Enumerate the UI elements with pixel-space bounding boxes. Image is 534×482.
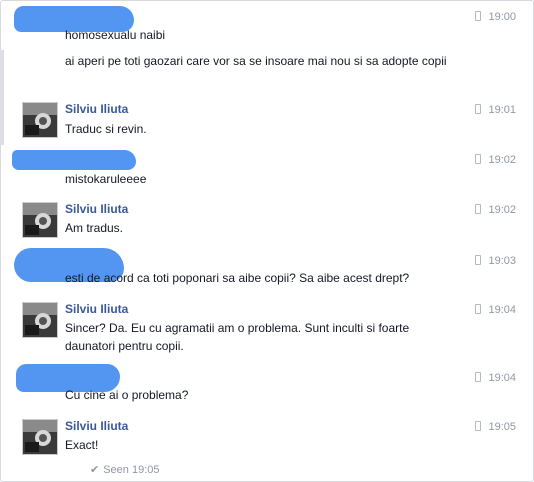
message-text: ai aperi pe toti gaozari care vor sa se … — [65, 54, 447, 68]
message-time: 19:04 — [475, 304, 516, 316]
sender-name[interactable]: Silviu Iliuta — [65, 302, 128, 316]
message-text: esti de acord ca toti poponari sa aibe c… — [65, 271, 410, 285]
avatar[interactable] — [22, 102, 58, 138]
mobile-phone-icon — [475, 304, 482, 314]
mobile-phone-icon — [475, 421, 482, 431]
message-text: Traduc si revin. — [65, 122, 147, 136]
mobile-phone-icon — [475, 372, 482, 382]
message-time: 19:04 — [475, 372, 516, 384]
message-text: mistokaruleeee — [65, 172, 147, 186]
message-text: Sincer? Da. Eu cu agramatii am o problem… — [65, 321, 410, 353]
checkmark-icon: ✔ — [90, 464, 100, 476]
mobile-phone-icon — [475, 204, 482, 214]
sender-name[interactable]: Silviu Iliuta — [65, 202, 128, 216]
chat-conversation — [0, 0, 534, 482]
mobile-phone-icon — [475, 154, 482, 164]
avatar[interactable] — [22, 202, 58, 238]
message-text: homosexualu naibi — [65, 28, 166, 42]
message-time: 19:01 — [475, 104, 516, 116]
message-text: Cu cine ai o problema? — [65, 388, 189, 402]
message-time: 19:03 — [475, 255, 516, 267]
mobile-phone-icon — [475, 255, 482, 265]
mobile-phone-icon — [475, 11, 482, 21]
mobile-phone-icon — [475, 104, 482, 114]
message-time: 19:02 — [475, 154, 516, 166]
sender-name[interactable]: Silviu Iliuta — [65, 419, 128, 433]
avatar[interactable] — [22, 302, 58, 338]
avatar[interactable] — [22, 419, 58, 455]
seen-indicator: ✔ Seen 19:05 — [90, 464, 160, 476]
sender-name[interactable]: Silviu Iliuta — [65, 102, 128, 116]
message-time: 19:05 — [475, 421, 516, 433]
message-text: Am tradus. — [65, 221, 124, 235]
redacted-avatar-name — [12, 150, 136, 170]
message-time: 19:00 — [475, 11, 516, 23]
scroll-indicator — [0, 50, 4, 145]
message-text: Exact! — [65, 438, 99, 452]
message-time: 19:02 — [475, 204, 516, 216]
